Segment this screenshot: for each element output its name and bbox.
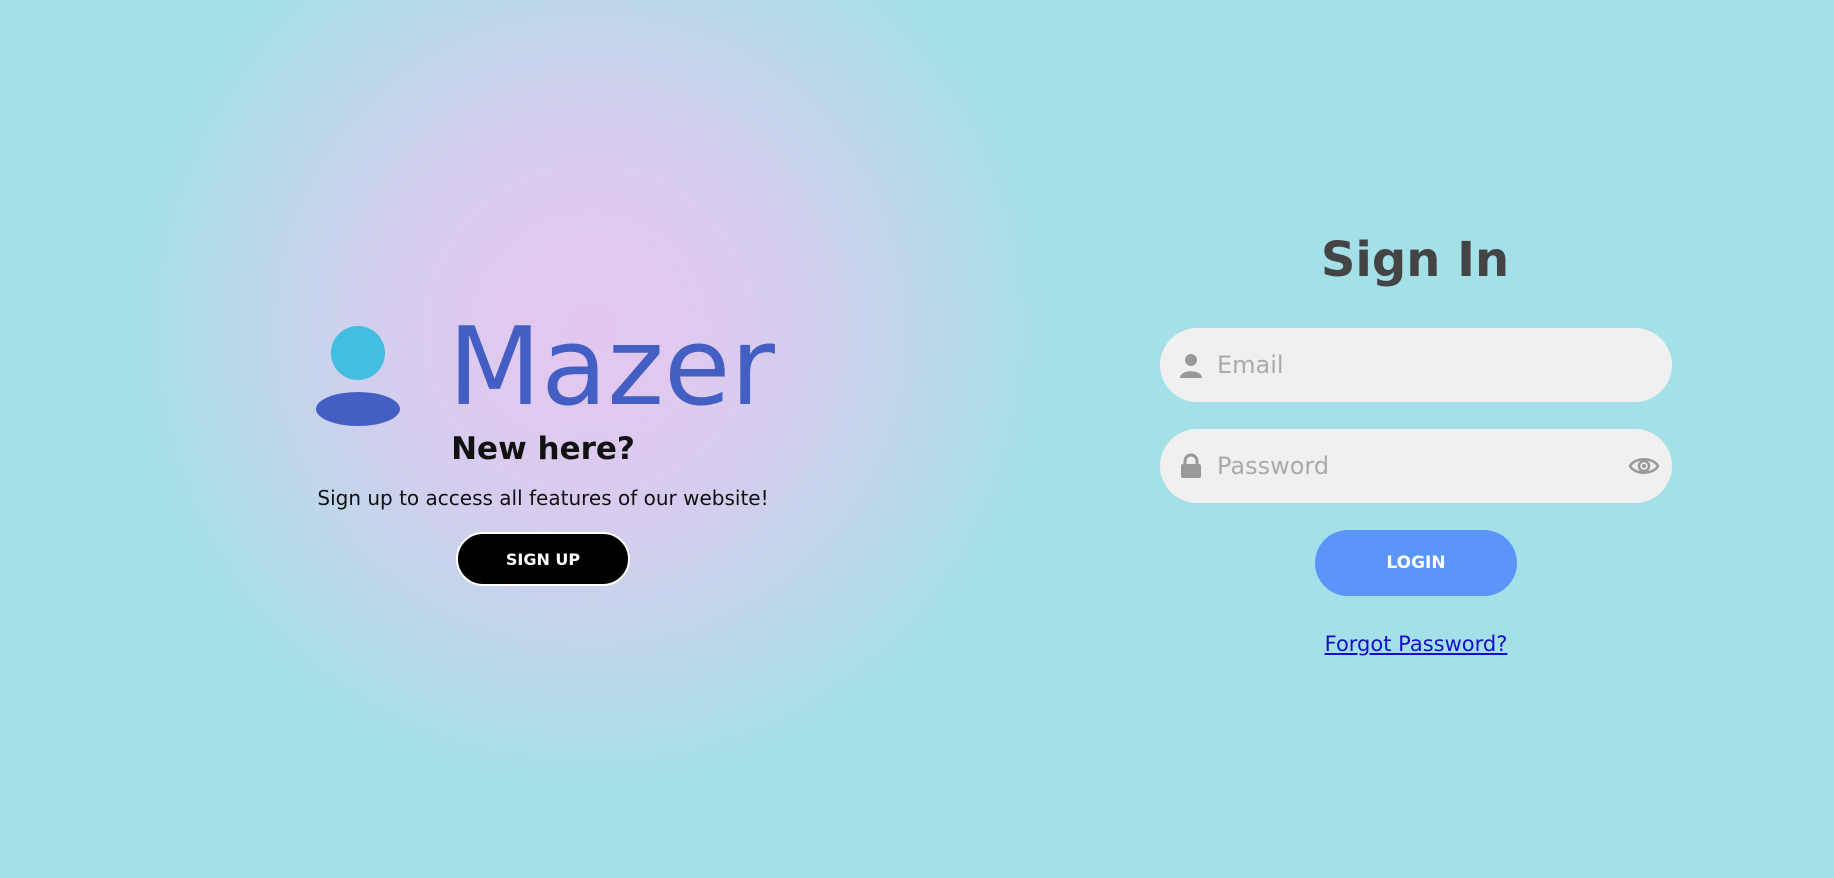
logo-head-shape <box>331 326 385 380</box>
forgot-password-link[interactable]: Forgot Password? <box>1160 632 1672 656</box>
password-input[interactable] <box>1217 429 1597 503</box>
brand-logo: Mazer <box>316 314 778 426</box>
user-icon <box>1180 354 1202 378</box>
email-input[interactable] <box>1217 328 1597 402</box>
signup-description: Sign up to access all features of our we… <box>317 486 769 510</box>
email-field-container[interactable] <box>1160 328 1672 402</box>
eye-icon[interactable] <box>1628 453 1660 479</box>
brand-name: Mazer <box>448 305 775 430</box>
lock-icon <box>1181 453 1201 478</box>
password-field-container[interactable] <box>1160 429 1672 503</box>
new-here-heading: New here? <box>451 431 635 467</box>
signup-button[interactable]: SIGN UP <box>456 532 630 586</box>
login-button[interactable]: LOGIN <box>1315 530 1517 596</box>
logo-body-shape <box>316 392 400 426</box>
signin-title: Sign In <box>1320 232 1510 288</box>
